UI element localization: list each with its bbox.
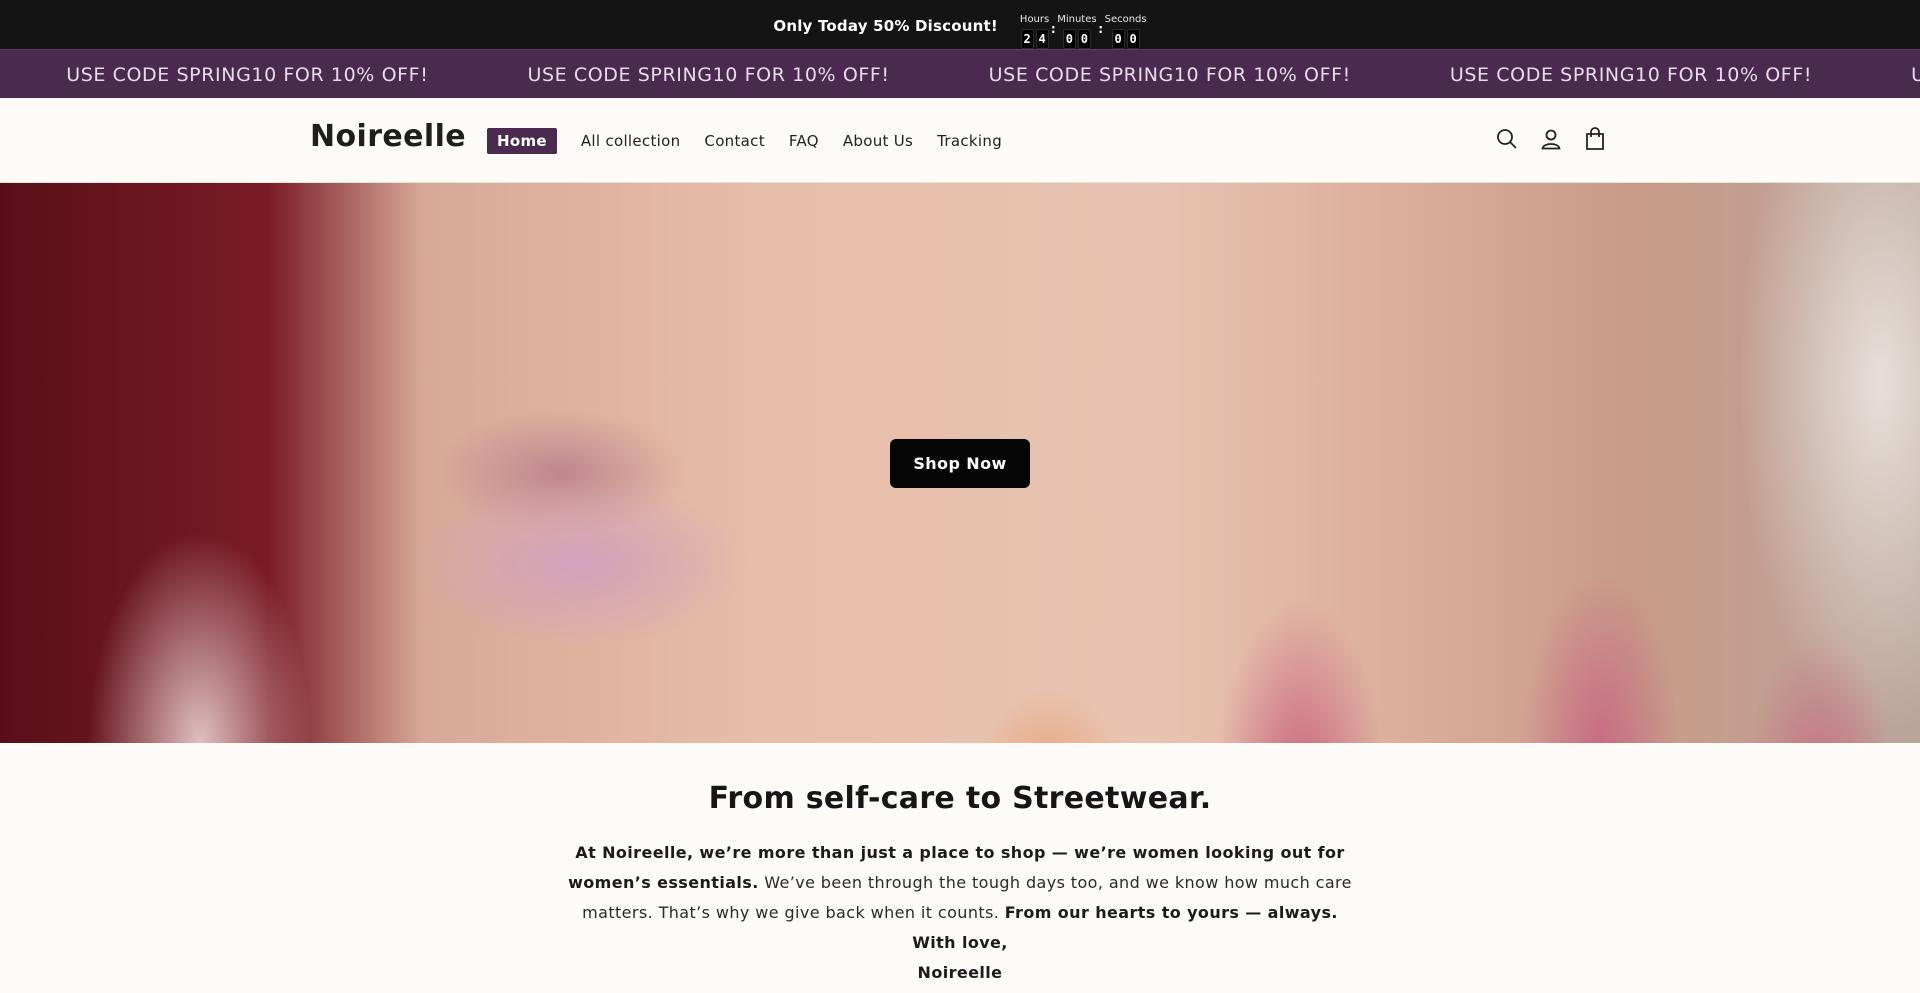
- header-icons: [1496, 126, 1606, 152]
- nav-home[interactable]: Home: [487, 128, 557, 154]
- timer-hours: Hours 2 4: [1020, 14, 1049, 49]
- minutes-label: Minutes: [1057, 14, 1097, 25]
- seconds-label: Seconds: [1104, 14, 1147, 25]
- minutes-digit: 0: [1062, 29, 1076, 49]
- about-text: At Noireelle, we’re more than just a pla…: [560, 838, 1360, 928]
- about-bold-outro: From our hearts to yours — always.: [1004, 903, 1338, 922]
- marquee-text: USE CODE SPRING10 FOR 10% OFF!: [1911, 64, 1920, 86]
- hours-digit: 2: [1020, 29, 1034, 49]
- main-nav: Home All collection Contact FAQ About Us…: [487, 128, 1016, 154]
- hours-digit: 4: [1035, 29, 1049, 49]
- timer-seconds: Seconds 0 0: [1105, 14, 1147, 49]
- shop-now-button[interactable]: Shop Now: [890, 439, 1030, 488]
- cart-icon[interactable]: [1584, 126, 1606, 152]
- countdown-timer: Hours 2 4 : Minutes 0 0 : Seconds 0 0: [1020, 0, 1147, 49]
- site-header: Noireelle Home All collection Contact FA…: [0, 98, 1920, 183]
- timer-colon: :: [1050, 22, 1056, 36]
- minutes-digit: 0: [1077, 29, 1091, 49]
- countdown-bar: Only Today 50% Discount! Hours 2 4 : Min…: [0, 0, 1920, 49]
- hours-label: Hours: [1019, 14, 1050, 25]
- signoff-name: Noireelle: [917, 963, 1003, 982]
- site-logo[interactable]: Noireelle: [310, 119, 466, 154]
- about-title: From self-care to Streetwear.: [708, 781, 1212, 816]
- signoff-line: With love,: [912, 933, 1008, 952]
- marquee-text: USE CODE SPRING10 FOR 10% OFF!: [66, 63, 429, 86]
- nav-faq[interactable]: FAQ: [779, 128, 829, 154]
- nav-contact[interactable]: Contact: [694, 128, 774, 154]
- marquee-text: USE CODE SPRING10 FOR 10% OFF!: [527, 63, 890, 86]
- nav-tracking[interactable]: Tracking: [927, 128, 1012, 154]
- seconds-digit: 0: [1111, 29, 1125, 49]
- timer-minutes: Minutes 0 0: [1057, 14, 1097, 49]
- account-icon[interactable]: [1540, 126, 1562, 152]
- marquee-text: USE CODE SPRING10 FOR 10% OFF!: [988, 63, 1351, 86]
- about-section: From self-care to Streetwear. At Noireel…: [0, 743, 1920, 988]
- nav-about-us[interactable]: About Us: [833, 128, 923, 154]
- marquee-text: USE CODE SPRING10 FOR 10% OFF!: [1449, 63, 1813, 86]
- timer-colon: :: [1098, 22, 1103, 36]
- discount-text: Only Today 50% Discount!: [773, 16, 998, 35]
- hero-banner: Shop Now: [0, 183, 1920, 743]
- nav-all-collection[interactable]: All collection: [571, 128, 691, 154]
- marquee-track: USE CODE SPRING10 FOR 10% OFF! USE CODE …: [0, 50, 1920, 98]
- promo-marquee: USE CODE SPRING10 FOR 10% OFF! USE CODE …: [0, 49, 1920, 98]
- search-icon[interactable]: [1496, 126, 1518, 152]
- seconds-digit: 0: [1126, 29, 1140, 49]
